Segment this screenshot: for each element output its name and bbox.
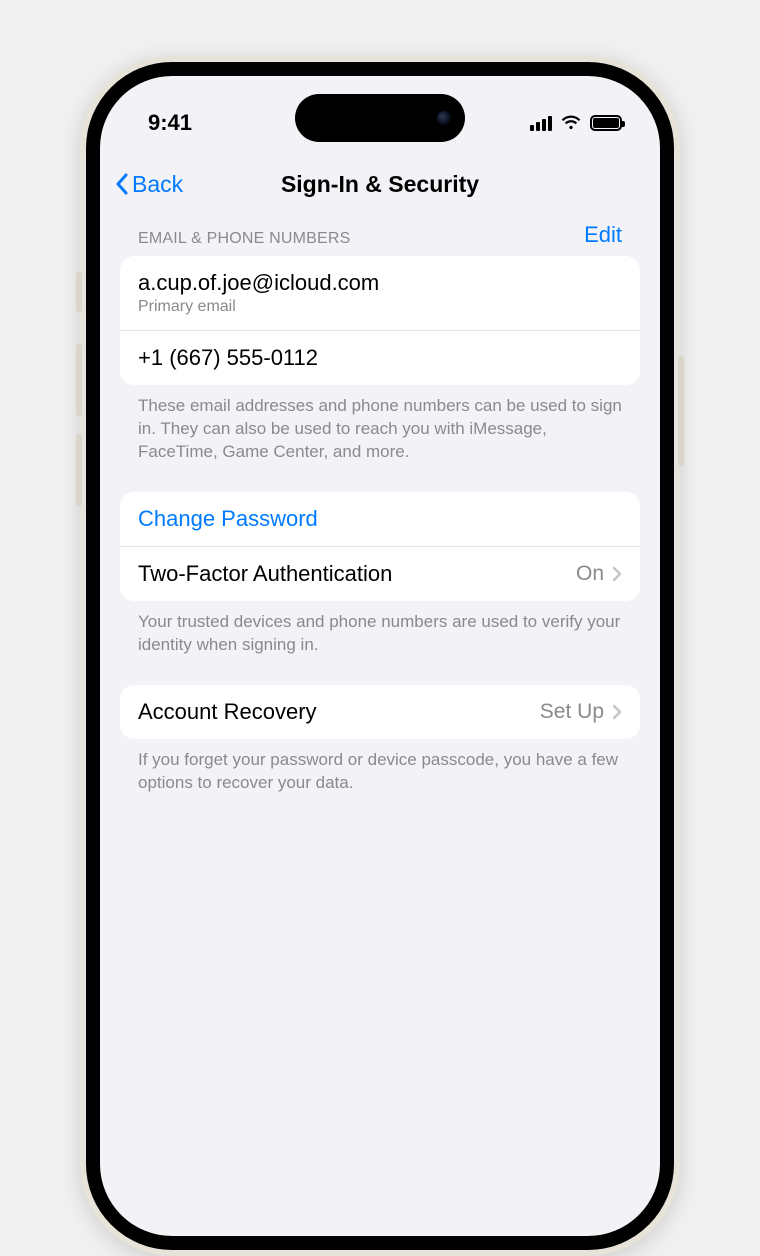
section-footer: These email addresses and phone numbers … bbox=[120, 385, 640, 464]
phone-row[interactable]: +1 (667) 555-0112 bbox=[120, 330, 640, 385]
side-button bbox=[76, 272, 82, 312]
change-password-label: Change Password bbox=[138, 506, 318, 532]
status-time: 9:41 bbox=[148, 110, 192, 136]
section-footer: Your trusted devices and phone numbers a… bbox=[120, 601, 640, 657]
side-button bbox=[76, 434, 82, 506]
settings-content: Email & Phone Numbers Edit a.cup.of.joe@… bbox=[100, 222, 660, 1236]
account-recovery-row[interactable]: Account Recovery Set Up bbox=[120, 685, 640, 739]
account-recovery-value: Set Up bbox=[540, 700, 604, 724]
password-security-section: Change Password Two-Factor Authenticatio… bbox=[120, 492, 640, 657]
side-button bbox=[678, 356, 684, 466]
battery-icon bbox=[590, 115, 622, 131]
chevron-left-icon bbox=[114, 172, 130, 196]
chevron-right-icon bbox=[612, 704, 622, 720]
two-factor-value: On bbox=[576, 562, 604, 586]
phone-bezel: 9:41 bbox=[86, 62, 674, 1250]
email-subtitle: Primary email bbox=[138, 298, 379, 316]
two-factor-row[interactable]: Two-Factor Authentication On bbox=[120, 546, 640, 601]
section-header-label: Email & Phone Numbers bbox=[138, 230, 351, 248]
page-title: Sign-In & Security bbox=[281, 171, 479, 198]
iphone-device-frame: 9:41 bbox=[80, 56, 680, 1256]
dynamic-island bbox=[295, 94, 465, 142]
section-footer: If you forget your password or device pa… bbox=[120, 739, 640, 795]
wifi-icon bbox=[560, 115, 582, 131]
back-label: Back bbox=[132, 171, 183, 198]
account-recovery-section: Account Recovery Set Up If you forget yo… bbox=[120, 685, 640, 795]
edit-button[interactable]: Edit bbox=[584, 222, 622, 248]
cellular-signal-icon bbox=[530, 115, 552, 131]
change-password-row[interactable]: Change Password bbox=[120, 492, 640, 546]
front-camera-icon bbox=[437, 111, 451, 125]
phone-value: +1 (667) 555-0112 bbox=[138, 345, 318, 371]
back-button[interactable]: Back bbox=[114, 171, 183, 198]
email-row[interactable]: a.cup.of.joe@icloud.com Primary email bbox=[120, 256, 640, 330]
account-recovery-label: Account Recovery bbox=[138, 699, 317, 725]
navigation-bar: Back Sign-In & Security bbox=[100, 160, 660, 208]
two-factor-label: Two-Factor Authentication bbox=[138, 561, 392, 587]
phone-screen: 9:41 bbox=[100, 76, 660, 1236]
email-value: a.cup.of.joe@icloud.com bbox=[138, 270, 379, 296]
email-phone-section: Email & Phone Numbers Edit a.cup.of.joe@… bbox=[120, 222, 640, 464]
side-button bbox=[76, 344, 82, 416]
chevron-right-icon bbox=[612, 566, 622, 582]
